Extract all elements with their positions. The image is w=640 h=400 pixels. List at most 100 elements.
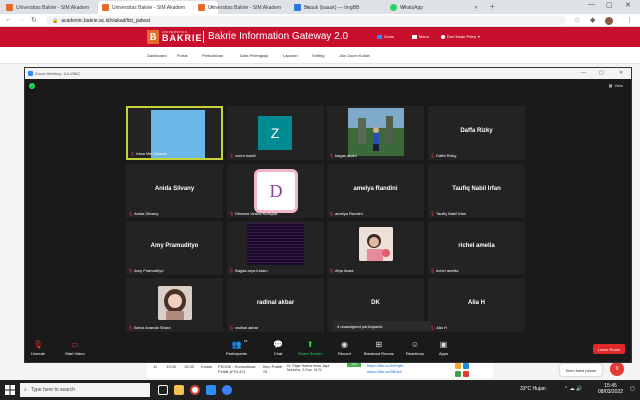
participant-tile[interactable]: 🎙 bagas akahl	[327, 106, 424, 160]
zoom-taskbar-icon[interactable]	[206, 385, 216, 395]
grid-icon: ▦	[608, 83, 613, 88]
task-view-icon[interactable]	[158, 385, 168, 395]
tray-icons[interactable]: ⌃ ☁ 🔊	[564, 386, 582, 392]
windows-taskbar: ⌕ Type here to search 33°C Hujan ⌃ ☁ 🔊 1…	[0, 380, 640, 400]
participant-tile[interactable]: amelya Randini 🎙 amelya Randini	[327, 164, 424, 218]
unassigned-participants-popup[interactable]: 4 unassigned participants	[333, 321, 431, 331]
start-video-label: Start Video	[65, 351, 85, 356]
share-screen-button[interactable]: ⬆ Share Screen	[298, 339, 322, 356]
whatsapp-icon	[390, 4, 397, 11]
windows-start-icon[interactable]	[5, 385, 15, 395]
zoom-icon	[28, 71, 33, 76]
record-label: Record	[338, 351, 351, 356]
mic-muted-icon: 🎙	[128, 325, 134, 330]
bakrie-logo: B	[147, 30, 159, 44]
participant-tile[interactable]: Z 🎙 zoom baal4	[227, 106, 324, 160]
back-icon[interactable]: ←	[5, 16, 12, 23]
close-window-icon[interactable]: ✕	[625, 1, 631, 9]
tab-title: Universitas Bakrie - SIM Akadem	[16, 4, 90, 11]
menu-link[interactable]: Menu	[412, 34, 429, 39]
edit-button[interactable]	[455, 363, 461, 369]
nav-item-portal[interactable]: Portal	[177, 53, 187, 58]
delete-button[interactable]	[463, 371, 469, 377]
clock[interactable]: 15:45 08/03/2022	[598, 383, 623, 395]
participant-tile[interactable]: Alia H 🎙 Alia H	[428, 278, 525, 332]
zoom-link-1[interactable]: https://lbk.co/b0Hqfb	[367, 363, 403, 368]
breakout-rooms-button[interactable]: ⊞ Breakout Rooms	[364, 339, 394, 356]
nav-item-perkuliahan[interactable]: Perkuliahan	[202, 53, 223, 58]
chrome-icon[interactable]	[190, 385, 200, 395]
zoom-titlebar: Zoom Meeting - A4-V86C — ▢ ✕	[25, 68, 631, 79]
menu-icon[interactable]: ⋮	[626, 16, 633, 24]
participant-tile[interactable]: richel amelia 🎙 richel amelia	[428, 221, 525, 275]
shield-icon[interactable]: ✓	[29, 83, 35, 89]
chat-popup[interactable]: Kirim kami pesan	[560, 364, 602, 376]
participant-tile[interactable]: D 🎙 Dheana Vedha Nursyifa	[227, 164, 324, 218]
participant-name: Belva Ananda Shara	[134, 325, 171, 330]
unmute-button[interactable]: 🎙 Unmute	[31, 339, 45, 356]
close-icon[interactable]: ✕	[619, 70, 623, 76]
participant-tile[interactable]: Taufiq Nabil Irfan 🎙 Taufiq Nabil Irfan	[428, 164, 525, 218]
start-video-button[interactable]: ▭ Start Video	[65, 339, 85, 356]
participants-button[interactable]: 👥 16 Participants	[226, 339, 247, 356]
tab-favicon-icon	[102, 4, 109, 11]
close-icon[interactable]: ✕	[474, 5, 478, 11]
chat-button[interactable]: 9	[610, 362, 624, 376]
new-tab-icon[interactable]: +	[490, 2, 495, 11]
participant-tile[interactable]: Amy Pramudityo 🎙 Amy Pramudityo	[126, 221, 223, 275]
menu-label: Menu	[419, 34, 430, 39]
tab-favicon-icon	[294, 4, 301, 11]
mic-muted-icon: 🎙	[32, 340, 44, 349]
nav-item-join-zoom[interactable]: Join Zoom Kuliah	[339, 53, 370, 58]
minimize-icon[interactable]: —	[581, 70, 586, 76]
chat-button[interactable]: 💬 Chat	[273, 339, 283, 356]
share-screen-icon: ⬆	[306, 340, 314, 349]
maximize-icon[interactable]: ▢	[606, 1, 613, 9]
reactions-button[interactable]: ☺ Reactions	[406, 339, 424, 356]
zoom-link-2[interactable]: https://lbk.co/9fEfsX	[367, 369, 402, 374]
leave-room-button[interactable]: Leave Room	[593, 344, 625, 354]
browser-tab[interactable]: WhatsApp ✕	[386, 1, 482, 14]
nav-item-dashboard[interactable]: Dashboard	[147, 53, 167, 58]
tab-title: Universitas Bakrie - SIM Akadem	[112, 4, 186, 11]
participant-tile[interactable]: 🎙 Bagas arya indaru	[227, 221, 324, 275]
zoom-link[interactable]: Zoom	[377, 34, 394, 39]
user-menu[interactable]: Deri Ihsan Putra ▾	[441, 34, 480, 39]
avatar[interactable]	[605, 17, 613, 25]
mic-muted-icon: 🎙	[128, 211, 134, 216]
record-button[interactable]: ◉ Record	[338, 339, 351, 356]
check-button[interactable]	[455, 371, 461, 377]
row-start-time: 13:00	[166, 364, 177, 369]
taskbar-search-input[interactable]: ⌕ Type here to search	[20, 383, 150, 397]
chat-label: Chat	[273, 351, 283, 356]
nav-item-setting[interactable]: Setting	[312, 53, 324, 58]
weather-text[interactable]: 33°C Hujan	[520, 386, 546, 392]
nav-item-laporan[interactable]: Laporan	[283, 53, 298, 58]
maximize-icon[interactable]: ▢	[599, 70, 604, 76]
participant-tile[interactable]: Anida Silvany 🎙 Anida Silvany	[126, 164, 223, 218]
participant-tile[interactable]: Daffa Rizky 🎙 Daffa Rizky	[428, 106, 525, 160]
participant-tile[interactable]: 🎙 rifqa lizara	[327, 221, 424, 275]
reload-icon[interactable]: ↻	[31, 16, 37, 24]
view-button[interactable]: ▦ View	[609, 83, 623, 88]
leave-room-label: Leave Room	[597, 346, 621, 352]
nav-item-data-pelengkap[interactable]: Data Pelengkap	[240, 53, 268, 58]
participant-display-name: Daffa Rizky	[460, 128, 493, 134]
forward-icon[interactable]: →	[18, 16, 25, 23]
participant-display-name: Taufiq Nabil Irfan	[452, 186, 501, 192]
info-button[interactable]	[463, 363, 469, 369]
participant-tile[interactable]: 🎙 Intan Mei Zahara	[126, 106, 223, 160]
mic-muted-icon: 🎙	[229, 153, 235, 158]
apps-button[interactable]: ▣ Apps	[439, 339, 448, 356]
mic-muted-icon: 🎙	[329, 211, 335, 216]
mic-muted-icon: 🎙	[329, 268, 335, 273]
extension-icon[interactable]: ◆	[590, 16, 595, 24]
participant-tile[interactable]: 🎙 Belva Ananda Shara	[126, 278, 223, 332]
edge-icon[interactable]	[222, 385, 232, 395]
participant-tile[interactable]: radinal akbar 🎙 radinal akbar	[227, 278, 324, 332]
star-icon[interactable]: ☆	[574, 16, 580, 24]
file-explorer-icon[interactable]	[174, 385, 184, 395]
url-input[interactable]: 🔒 academic.bakrie.ac.id/siakad/list_jadw…	[46, 16, 566, 25]
notification-icon[interactable]: ▢	[630, 386, 635, 392]
minimize-icon[interactable]: —	[588, 1, 595, 8]
